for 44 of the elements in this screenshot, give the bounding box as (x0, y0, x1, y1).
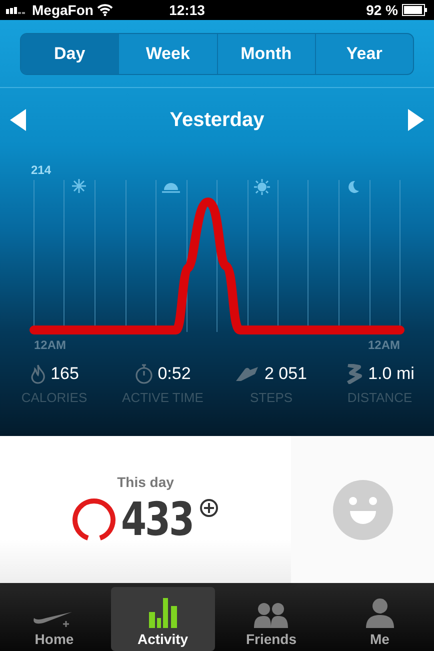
moon-icon (348, 181, 359, 193)
period-tab[interactable]: Day (21, 34, 120, 74)
stat-value: 0:52 (158, 364, 191, 384)
axis-start-label: 12AM (34, 338, 66, 352)
stat-value: 165 (50, 364, 79, 384)
axis-end-label: 12AM (368, 338, 400, 352)
tab-bar-item[interactable]: Home (2, 587, 106, 651)
stat-label: CALORIES (21, 390, 88, 405)
stopwatch-icon (134, 364, 153, 384)
period-tab[interactable]: Week (119, 34, 218, 74)
previous-arrow-icon[interactable] (10, 109, 26, 131)
person-icon (366, 598, 394, 628)
battery-icon (402, 4, 428, 16)
clock: 12:13 (169, 2, 205, 18)
sunrise-icon (162, 183, 180, 193)
stat-label: STEPS (250, 390, 293, 405)
period-tab[interactable]: Year (316, 34, 413, 74)
axis-max-label: 214 (31, 163, 52, 177)
tab-bar-item[interactable]: Me (328, 587, 432, 651)
signal-icon (6, 6, 28, 14)
period-title: Yesterday (170, 108, 264, 132)
road-icon (345, 364, 364, 384)
next-arrow-icon[interactable] (408, 109, 424, 131)
tab-bar-item[interactable]: Activity (110, 587, 215, 651)
period-tab[interactable]: Month (218, 34, 316, 74)
shoe-icon (235, 366, 260, 382)
people-icon (254, 602, 288, 628)
stat-value: 2 051 (264, 364, 308, 384)
summary-title: This day (117, 474, 174, 490)
flame-icon (30, 364, 46, 384)
stat-label: ACTIVE TIME (122, 390, 204, 405)
smiley-icon (332, 478, 394, 540)
bar-chart-icon (148, 598, 177, 628)
tab-bar-item[interactable]: Friends (219, 587, 324, 651)
plus-circle-icon[interactable] (198, 498, 219, 518)
carrier-name: MegaFon (32, 2, 94, 18)
stat-label: DISTANCE (347, 390, 412, 405)
sun-icon (253, 178, 271, 196)
stat-value: 1.0 mi (368, 364, 414, 384)
ring-icon (72, 496, 116, 540)
points-value: 433 (122, 492, 194, 546)
wifi-icon (97, 4, 114, 16)
battery-percent: 92 % (366, 2, 398, 18)
night-star-icon (71, 178, 87, 194)
